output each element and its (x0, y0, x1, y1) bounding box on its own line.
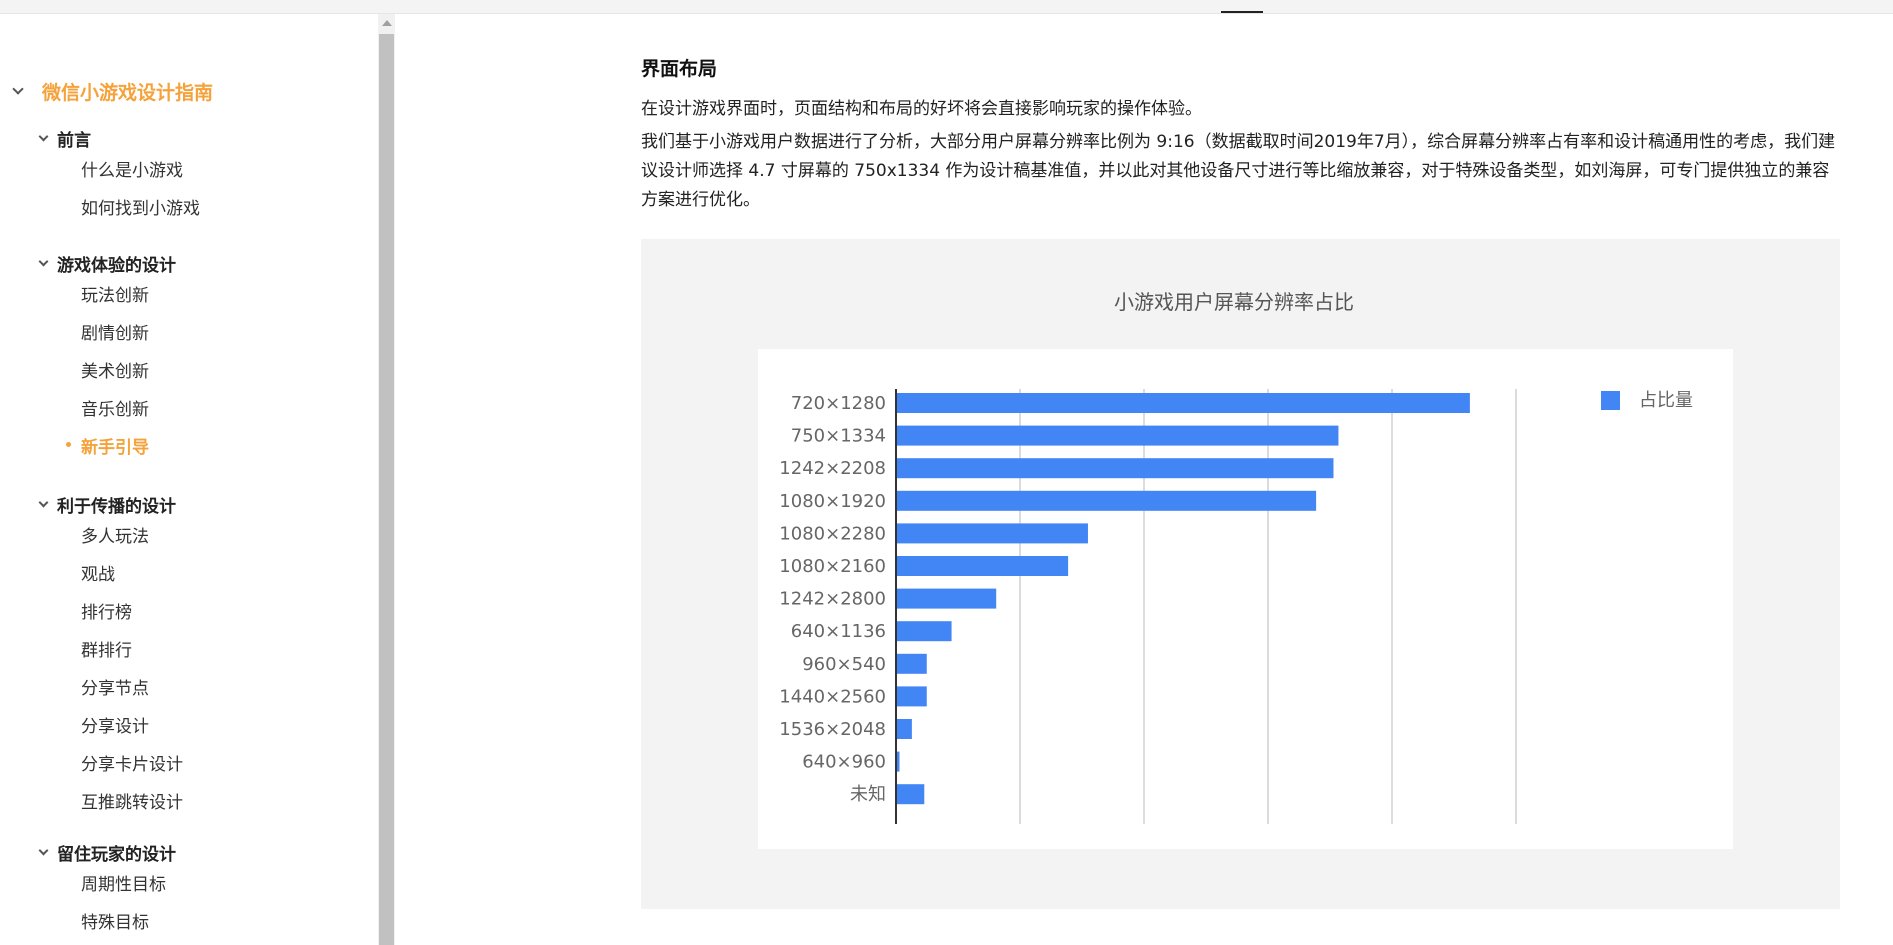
bar (897, 523, 1088, 544)
nav-group-label: 游戏体验的设计 (57, 256, 176, 276)
nav-item-label: 如何找到小游戏 (81, 199, 200, 219)
bar (897, 686, 927, 707)
nav-item[interactable]: 剧情创新 (81, 319, 149, 344)
chart-container: 小游戏用户屏幕分辨率占比 720×1280 750×1334 1242×2208 108… (641, 239, 1840, 909)
nav-group-2[interactable]: 利于传播的设计 (38, 492, 176, 517)
y-tick-label: 720×1280 (791, 393, 886, 414)
y-tick-label: 1242×2208 (779, 458, 886, 479)
bar (897, 588, 997, 609)
bar (897, 393, 1470, 413)
y-tick-label: 960×540 (802, 654, 886, 675)
nav-item-label: 排行榜 (81, 603, 132, 623)
active-tab-indicator (1221, 11, 1263, 13)
nav-item[interactable]: 排行榜 (81, 598, 132, 623)
nav-item[interactable]: 分享节点 (81, 674, 149, 699)
nav-item-label: 音乐创新 (81, 400, 149, 420)
chevron-down-icon[interactable] (38, 256, 49, 266)
bar (897, 556, 1069, 576)
resolution-bar-chart: 小游戏用户屏幕分辨率占比 720×1280 750×1334 1242×2208 108… (758, 290, 1733, 849)
chart-title: 小游戏用户屏幕分辨率占比 (1114, 290, 1354, 314)
nav-item[interactable]: 新手引导 (66, 433, 149, 458)
nav-group-3[interactable]: 留住玩家的设计 (38, 840, 176, 865)
nav-item-label: 多人玩法 (81, 527, 149, 547)
nav-item-label: 剧情创新 (81, 324, 149, 344)
nav-item[interactable]: 分享卡片设计 (81, 750, 183, 775)
bar (897, 621, 952, 642)
nav-item[interactable]: 美术创新 (81, 357, 149, 382)
legend-label: 占比量 (1639, 390, 1693, 411)
y-tick-label: 640×960 (802, 752, 886, 773)
nav-item[interactable]: 特殊目标 (81, 908, 149, 933)
bar (897, 784, 925, 805)
article-paragraph: 在设计游戏界面时，页面结构和布局的好坏将会直接影响玩家的操作体验。 (641, 99, 1202, 119)
bar (897, 458, 1334, 479)
nav-item-label: 分享节点 (81, 679, 149, 699)
nav-item-label: 观战 (81, 565, 115, 585)
nav-item-label: 群排行 (81, 641, 132, 661)
nav-item-label: 分享设计 (81, 717, 149, 737)
nav-item[interactable]: 分享设计 (81, 712, 149, 737)
bar (897, 490, 1317, 511)
scrollbar-thumb[interactable] (379, 34, 394, 945)
nav-item-label: 新手引导 (81, 438, 149, 458)
y-tick-label: 1080×1920 (779, 491, 886, 512)
scroll-up-arrow-icon[interactable] (382, 20, 392, 26)
nav-item-label: 美术创新 (81, 362, 149, 382)
bar (897, 751, 900, 772)
chevron-down-icon[interactable] (38, 845, 49, 855)
y-tick-label: 未知 (850, 784, 886, 805)
y-tick-label: 750×1334 (791, 426, 886, 447)
nav-item[interactable]: 玩法创新 (81, 281, 149, 306)
y-tick-label: 1242×2800 (779, 589, 886, 610)
nav-item[interactable]: 群排行 (81, 636, 132, 661)
nav-item-label: 分享卡片设计 (81, 755, 183, 775)
nav-item[interactable]: 观战 (81, 560, 115, 585)
y-tick-label: 1440×2560 (779, 686, 886, 707)
nav-root-label: 微信小游戏设计指南 (42, 82, 214, 104)
section-title: 界面布局 (641, 58, 718, 80)
nav-item[interactable]: 互推跳转设计 (81, 788, 183, 813)
chevron-down-icon[interactable] (38, 497, 49, 507)
chevron-down-icon[interactable] (38, 131, 49, 141)
nav-group-1[interactable]: 游戏体验的设计 (38, 251, 176, 276)
bar (897, 719, 912, 739)
active-dot-icon (66, 442, 71, 447)
legend-swatch (1601, 391, 1620, 410)
sidebar-scrollbar[interactable] (378, 14, 395, 945)
nav-item[interactable]: 音乐创新 (81, 395, 149, 420)
y-tick-label: 640×1136 (791, 621, 886, 642)
sidebar-nav: 微信小游戏设计指南 前言什么是小游戏 如何找到小游戏游戏体验的设计 玩法创新剧情创新… (0, 14, 378, 945)
nav-item-label: 玩法创新 (81, 286, 149, 306)
nav-item-label: 什么是小游戏 (81, 161, 183, 181)
nav-root[interactable]: 微信小游戏设计指南 (12, 78, 214, 105)
nav-item-label: 特殊目标 (81, 913, 149, 933)
nav-item[interactable]: 多人玩法 (81, 522, 149, 547)
nav-item[interactable]: 如何找到小游戏 (81, 194, 200, 219)
y-tick-label: 1536×2048 (779, 719, 886, 740)
chevron-down-icon[interactable] (12, 83, 24, 95)
top-bar (0, 0, 1893, 14)
nav-item-label: 周期性目标 (81, 875, 166, 895)
nav-item-label: 互推跳转设计 (81, 793, 183, 813)
bar (897, 425, 1339, 446)
y-tick-label: 1080×2160 (779, 556, 886, 577)
nav-group-label: 留住玩家的设计 (57, 845, 176, 865)
article-paragraph: 我们基于小游戏用户数据进行了分析，大部分用户屏幕分辨率比例为 9:16（数据截取… (641, 132, 1836, 210)
nav-group-label: 利于传播的设计 (57, 497, 176, 517)
nav-item[interactable]: 什么是小游戏 (81, 156, 183, 181)
y-tick-label: 1080×2280 (779, 523, 886, 544)
nav-group-0[interactable]: 前言 (38, 126, 91, 151)
nav-group-label: 前言 (57, 131, 91, 151)
bar (897, 653, 927, 674)
nav-item[interactable]: 周期性目标 (81, 870, 166, 895)
